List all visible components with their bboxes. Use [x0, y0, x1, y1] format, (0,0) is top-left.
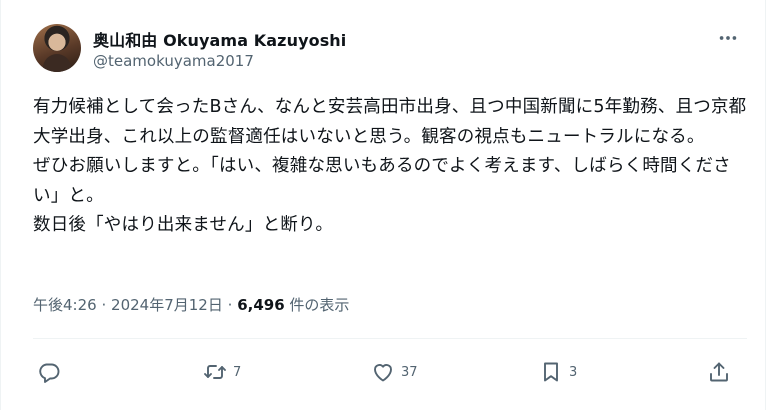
- share-button[interactable]: [707, 358, 731, 386]
- divider: [33, 338, 747, 339]
- tweet-date[interactable]: 2024年7月12日: [111, 296, 223, 314]
- meta-separator: ·: [227, 296, 233, 314]
- reply-icon: [39, 363, 60, 383]
- meta-separator: ·: [101, 296, 107, 314]
- author-handle[interactable]: @teamokuyama2017: [93, 52, 254, 70]
- more-button[interactable]: [717, 27, 739, 49]
- views-count[interactable]: 6,496: [237, 296, 284, 314]
- like-icon: [374, 364, 392, 382]
- tweet-meta: 午後4:26 · 2024年7月12日 · 6,496 件の表示: [33, 294, 349, 315]
- tweet-text: 有力候補として会ったBさん、なんと安芸高田市出身、且つ中国新聞に5年勤務、且つ京…: [33, 97, 747, 235]
- retweet-icon: [204, 365, 226, 379]
- views-label: 件の表示: [289, 296, 350, 314]
- avatar[interactable]: [33, 24, 81, 72]
- reply-button[interactable]: [37, 358, 67, 386]
- retweet-button[interactable]: 7: [203, 358, 241, 386]
- tweet-time[interactable]: 午後4:26: [33, 296, 97, 314]
- like-count: 37: [401, 364, 418, 380]
- retweet-count: 7: [233, 364, 242, 380]
- tweet-card: 奥山和由 Okuyama Kazuyoshi @teamokuyama2017 …: [0, 0, 766, 410]
- bookmark-icon: [544, 362, 558, 382]
- bookmark-button[interactable]: 3: [539, 358, 577, 386]
- more-icon: [719, 36, 737, 40]
- like-button[interactable]: 37: [371, 358, 418, 386]
- bookmark-count: 3: [569, 364, 578, 380]
- share-icon: [710, 362, 728, 382]
- author-display-name[interactable]: 奥山和由 Okuyama Kazuyoshi: [93, 27, 346, 51]
